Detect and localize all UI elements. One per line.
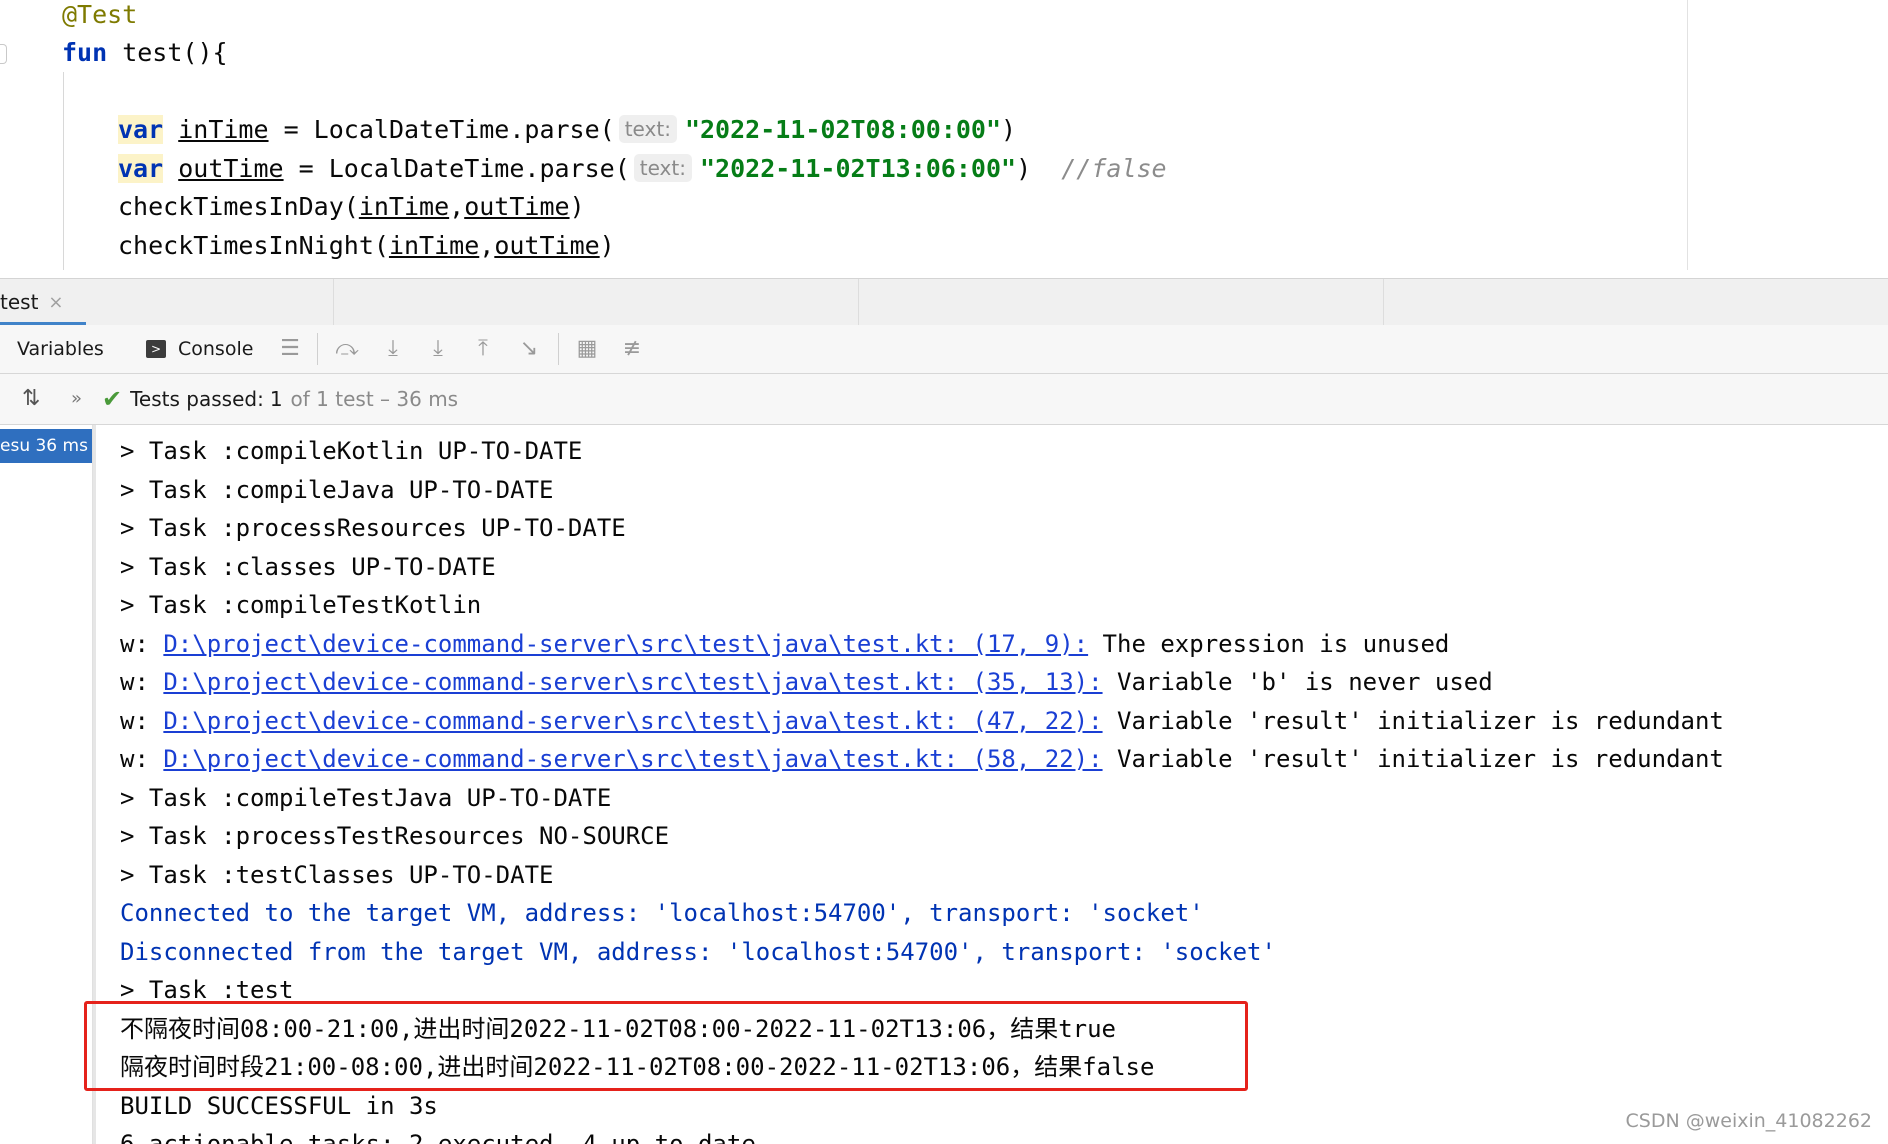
file-link[interactable]: D:\project\device-command-server\src\tes… xyxy=(163,630,1088,658)
warning-message: Variable 'result' initializer is redunda… xyxy=(1102,706,1724,735)
annotation-token: @Test xyxy=(62,0,138,29)
end-paren: ) xyxy=(569,192,585,221)
console-line: > Task :compileTestJava UP-TO-DATE xyxy=(120,783,612,812)
warning-message: The expression is unused xyxy=(1088,629,1450,658)
variable-outtime[interactable]: outTime xyxy=(178,154,283,183)
fold-marker-icon[interactable] xyxy=(0,44,7,64)
passed-count: 1 xyxy=(269,387,283,411)
console-line: 6 actionable tasks: 2 executed, 4 up-to-… xyxy=(120,1130,756,1144)
evaluate-icon[interactable]: ▦ xyxy=(574,337,600,361)
check-icon: ✔ xyxy=(102,385,123,413)
file-link[interactable]: D:\project\device-command-server\src\tes… xyxy=(163,668,1102,696)
parameter-hint: text: xyxy=(618,115,677,143)
toolbar-separator xyxy=(317,333,318,365)
step-into-icon[interactable]: ⤓ xyxy=(380,337,406,361)
debug-toolbar: Variables > Console ☰ ⤼ ⤓ ⤓ ⤒ ↘ ▦ ≢ xyxy=(0,325,1888,374)
tab-divider xyxy=(858,279,859,325)
watermark: CSDN @weixin_41082262 xyxy=(1625,1110,1873,1132)
console-line: w: D:\project\device-command-server\src\… xyxy=(120,663,1860,702)
variables-label: Variables xyxy=(17,338,104,360)
console-line: Disconnected from the target VM, address… xyxy=(120,937,1276,966)
file-link[interactable]: D:\project\device-command-server\src\tes… xyxy=(163,707,1102,735)
keyword-fun: fun xyxy=(62,38,108,67)
parse-call: = LocalDateTime.parse( xyxy=(268,115,615,144)
console-line: > Task :compileTestKotlin xyxy=(120,591,482,619)
expand-chevron-icon[interactable]: » xyxy=(71,386,82,412)
tab-run-test[interactable]: test × xyxy=(0,279,72,325)
warning-prefix: w: xyxy=(120,706,164,735)
warning-message: Variable 'b' is never used xyxy=(1102,668,1493,696)
function-declaration: test(){ xyxy=(107,38,228,67)
string-literal: "2022-11-02T13:06:00" xyxy=(699,154,1017,183)
string-literal: "2022-11-02T08:00:00" xyxy=(684,115,1002,144)
variable-intime[interactable]: inTime xyxy=(178,115,268,144)
console-line: w: D:\project\device-command-server\src\… xyxy=(120,740,1860,779)
code-line-check-night: checkTimesInNight(inTime,outTime) xyxy=(118,227,615,265)
code-line-annotation: @Test xyxy=(62,0,137,34)
tab-console[interactable]: > Console xyxy=(146,325,253,373)
end-paren: ) xyxy=(599,231,615,260)
parameter-hint: text: xyxy=(633,154,692,182)
toolbar-separator xyxy=(558,333,559,365)
tests-passed-status: ✔ Tests passed: 1 of 1 test – 36 ms xyxy=(102,374,458,424)
menu-icon[interactable]: ☰ xyxy=(277,337,303,361)
console-line: w: D:\project\device-command-server\src\… xyxy=(120,702,1860,741)
tab-divider xyxy=(333,279,334,325)
tab-variables[interactable]: Variables xyxy=(17,325,104,373)
passed-label: Tests passed: xyxy=(130,387,264,411)
console-line: > Task :compileKotlin UP-TO-DATE xyxy=(120,437,583,465)
comma: , xyxy=(479,231,495,260)
variable-intime[interactable]: inTime xyxy=(359,192,449,221)
tab-divider xyxy=(1383,279,1384,325)
code-line-intime: var inTime = LocalDateTime.parse(text: "2… xyxy=(118,111,1016,149)
passed-suffix: of 1 test – 36 ms xyxy=(290,387,459,411)
warning-prefix: w: xyxy=(120,629,164,658)
warning-prefix: w: xyxy=(120,668,164,696)
variable-outtime[interactable]: outTime xyxy=(464,192,569,221)
keyword-var: var xyxy=(118,115,164,144)
right-margin-guide xyxy=(1687,0,1688,270)
close-icon[interactable]: × xyxy=(48,292,63,313)
close-paren: ) xyxy=(1001,115,1017,144)
code-editor[interactable]: @Test fun test(){ var inTime = LocalDate… xyxy=(0,0,1888,270)
warning-message: Variable 'result' initializer is redunda… xyxy=(1102,745,1724,773)
sort-icon[interactable]: ⇅ xyxy=(22,386,40,412)
console-line: > Task :processResources UP-TO-DATE xyxy=(120,514,626,542)
file-link[interactable]: D:\project\device-command-server\src\tes… xyxy=(163,745,1102,773)
run-tab-bar: test × xyxy=(0,278,1888,326)
close-paren: ) xyxy=(1016,154,1032,183)
console-line: > Task :testClasses UP-TO-DATE xyxy=(120,860,554,889)
variable-outtime[interactable]: outTime xyxy=(494,231,599,260)
code-line-fun: fun test(){ xyxy=(62,34,228,72)
function-call: checkTimesInDay( xyxy=(118,192,359,221)
test-tree[interactable]: esu 36 ms xyxy=(0,425,93,1144)
highlight-annotation-box xyxy=(84,1001,1248,1091)
run-to-cursor-icon[interactable]: ↘ xyxy=(516,337,542,361)
function-call: checkTimesInNight( xyxy=(118,231,389,260)
warning-prefix: w: xyxy=(120,745,164,773)
console-line: > Task :classes UP-TO-DATE xyxy=(120,552,496,581)
console-line: w: D:\project\device-command-server\src\… xyxy=(120,625,1860,664)
trace-icon[interactable]: ≢ xyxy=(619,337,645,361)
tree-item-selected[interactable]: esu 36 ms xyxy=(0,429,92,463)
line-comment: //false xyxy=(1061,154,1167,183)
console-icon: > xyxy=(146,340,166,358)
step-out-icon[interactable]: ⤒ xyxy=(470,337,496,361)
code-line-outtime: var outTime = LocalDateTime.parse(text: "… xyxy=(118,150,1167,188)
parse-call: = LocalDateTime.parse( xyxy=(283,154,630,183)
comma: , xyxy=(449,192,465,221)
indent-guide xyxy=(63,72,64,270)
force-step-into-icon[interactable]: ⤓ xyxy=(425,337,451,361)
tab-label: test xyxy=(0,290,39,314)
console-line: Connected to the target VM, address: 'lo… xyxy=(120,899,1204,927)
code-line-check-day: checkTimesInDay(inTime,outTime) xyxy=(118,188,585,226)
keyword-var: var xyxy=(118,154,164,183)
console-line: > Task :processTestResources NO-SOURCE xyxy=(120,822,670,850)
variable-intime[interactable]: inTime xyxy=(389,231,479,260)
console-line: > Task :compileJava UP-TO-DATE xyxy=(120,475,554,504)
console-line: BUILD SUCCESSFUL in 3s xyxy=(120,1091,438,1120)
test-status-bar: ⇅ » ✔ Tests passed: 1 of 1 test – 36 ms xyxy=(0,374,1888,425)
step-over-icon[interactable]: ⤼ xyxy=(334,337,360,361)
console-label: Console xyxy=(178,338,254,360)
